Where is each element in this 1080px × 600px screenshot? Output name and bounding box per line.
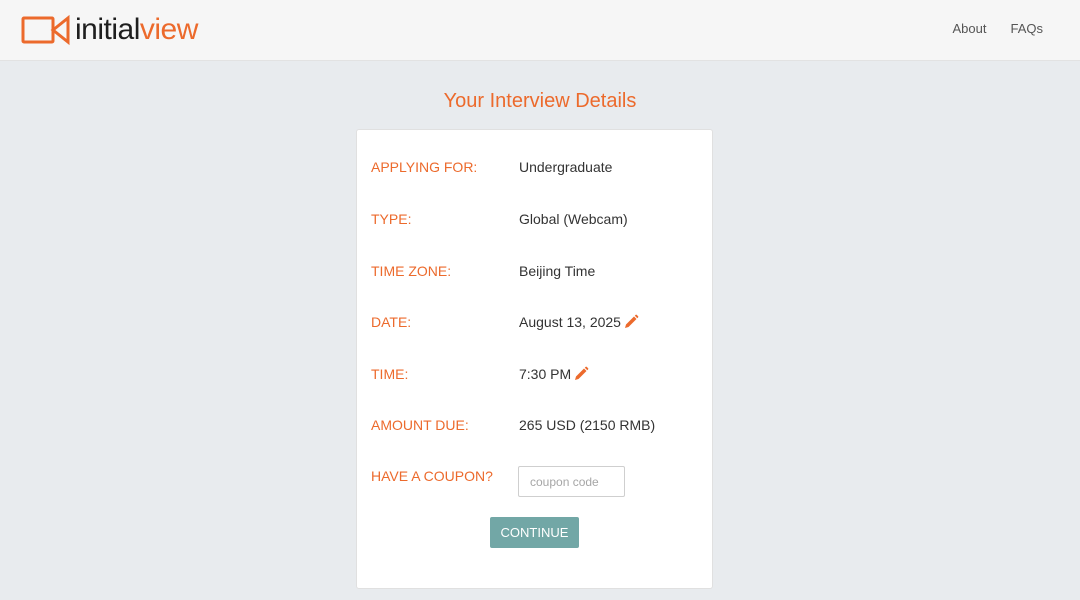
top-navigation-bar: initialview About FAQs <box>0 0 1080 61</box>
edit-date-pencil-icon[interactable] <box>623 314 639 330</box>
interview-details-card: APPLYING FOR: Undergraduate TYPE: Global… <box>356 129 713 589</box>
detail-row-applying-for: APPLYING FOR: Undergraduate <box>371 159 701 179</box>
detail-row-type: TYPE: Global (Webcam) <box>371 211 701 231</box>
detail-value: Undergraduate <box>519 159 612 175</box>
detail-value: Beijing Time <box>519 263 595 279</box>
nav-link-about[interactable]: About <box>953 21 987 36</box>
detail-row-time-zone: TIME ZONE: Beijing Time <box>371 263 701 283</box>
detail-value: Global (Webcam) <box>519 211 628 227</box>
logo-initial-text: initial <box>75 13 140 46</box>
date-value: August 13, 2025 <box>519 314 621 330</box>
detail-row-date: DATE: August 13, 2025 <box>371 314 701 334</box>
edit-time-pencil-icon[interactable] <box>573 366 589 382</box>
page-title: Your Interview Details <box>443 90 637 112</box>
detail-label: HAVE A COUPON? <box>371 468 493 484</box>
detail-value: 265 USD (2150 RMB) <box>519 417 655 433</box>
detail-value: August 13, 2025 <box>519 314 639 330</box>
amount-due-value: 265 USD (2150 RMB) <box>519 417 656 433</box>
detail-label: TIME: <box>371 366 409 382</box>
time-zone-value: Beijing Time <box>519 263 596 279</box>
detail-label: TYPE: <box>371 211 412 227</box>
detail-label: APPLYING FOR: <box>371 159 478 175</box>
type-value: Global (Webcam) <box>519 211 628 227</box>
continue-button[interactable]: CONTINUE <box>490 517 579 548</box>
detail-label: DATE: <box>371 314 412 330</box>
header-nav: About FAQs <box>953 21 1044 36</box>
detail-label: AMOUNT DUE: <box>371 417 469 433</box>
detail-row-amount-due: AMOUNT DUE: 265 USD (2150 RMB) <box>371 417 701 437</box>
applying-for-value: Undergraduate <box>519 159 613 175</box>
nav-link-faqs[interactable]: FAQs <box>1010 21 1043 36</box>
detail-row-time: TIME: 7:30 PM <box>371 366 701 386</box>
camera-logo-icon <box>21 14 70 46</box>
coupon-code-input[interactable] <box>518 466 625 497</box>
detail-value: 7:30 PM <box>519 366 589 382</box>
logo-view-text: view <box>139 13 199 46</box>
time-value: 7:30 PM <box>519 366 572 382</box>
logo-wordmark: initialview <box>75 13 198 47</box>
initialview-logo[interactable]: initialview <box>21 12 198 48</box>
detail-label: TIME ZONE: <box>371 263 452 279</box>
